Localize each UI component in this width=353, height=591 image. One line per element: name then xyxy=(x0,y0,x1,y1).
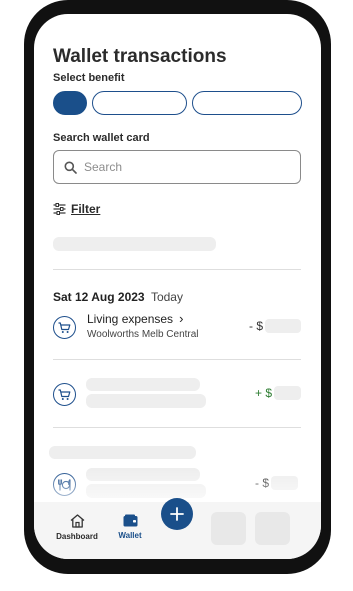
tab-wallet[interactable]: Wallet xyxy=(105,514,155,540)
divider xyxy=(53,269,301,270)
add-button[interactable] xyxy=(161,498,193,530)
loading-placeholder xyxy=(53,237,216,251)
wallet-icon xyxy=(123,514,137,527)
home-icon xyxy=(70,514,84,528)
app-screen: Wallet transactions Select benefit Searc… xyxy=(34,14,321,559)
cart-icon xyxy=(53,316,76,339)
benefit-chip[interactable] xyxy=(92,91,187,115)
transaction-amount: - $ xyxy=(249,319,302,333)
amount-placeholder xyxy=(265,319,302,333)
filter-label: Filter xyxy=(71,202,101,216)
divider xyxy=(53,427,301,428)
select-benefit-label: Select benefit xyxy=(53,72,125,84)
plus-icon xyxy=(170,507,184,521)
page-title: Wallet transactions xyxy=(53,46,227,67)
transaction-category: Living expenses xyxy=(87,311,174,326)
transaction-item[interactable]: Living expenses › xyxy=(87,311,183,326)
phone-frame: Wallet transactions Select benefit Searc… xyxy=(24,0,331,574)
search-icon xyxy=(64,161,77,174)
amount-prefix: - $ xyxy=(249,319,264,333)
chevron-right-icon: › xyxy=(179,311,184,326)
filter-button[interactable]: Filter xyxy=(53,202,100,216)
amount-prefix: + $ xyxy=(255,386,273,400)
divider xyxy=(53,359,301,360)
loading-placeholder xyxy=(49,446,196,459)
tab-dashboard-label: Dashboard xyxy=(56,532,98,541)
tab-dashboard[interactable]: Dashboard xyxy=(52,514,102,541)
tab-wallet-label: Wallet xyxy=(118,531,142,540)
cart-icon xyxy=(53,383,76,406)
sliders-icon xyxy=(53,203,66,215)
loading-placeholder xyxy=(86,394,206,408)
search-wallet-card-label: Search wallet card xyxy=(53,132,150,144)
tab-placeholder xyxy=(255,512,290,545)
benefit-chip-selected[interactable] xyxy=(53,91,87,115)
loading-placeholder xyxy=(86,378,200,391)
benefit-chip[interactable] xyxy=(192,91,302,115)
amount-placeholder xyxy=(274,386,302,400)
transaction-date: Sat 12 Aug 2023 xyxy=(53,290,145,304)
search-wallet-card-field[interactable] xyxy=(53,150,301,184)
transaction-relative-date: Today xyxy=(150,290,183,304)
tab-placeholder xyxy=(211,512,246,545)
transaction-merchant: Woolworths Melb Central xyxy=(87,329,199,340)
transactions-date-heading: Sat 12 Aug 2023 Today xyxy=(53,290,183,304)
transaction-amount: + $ xyxy=(255,386,302,400)
search-input[interactable] xyxy=(84,157,284,177)
